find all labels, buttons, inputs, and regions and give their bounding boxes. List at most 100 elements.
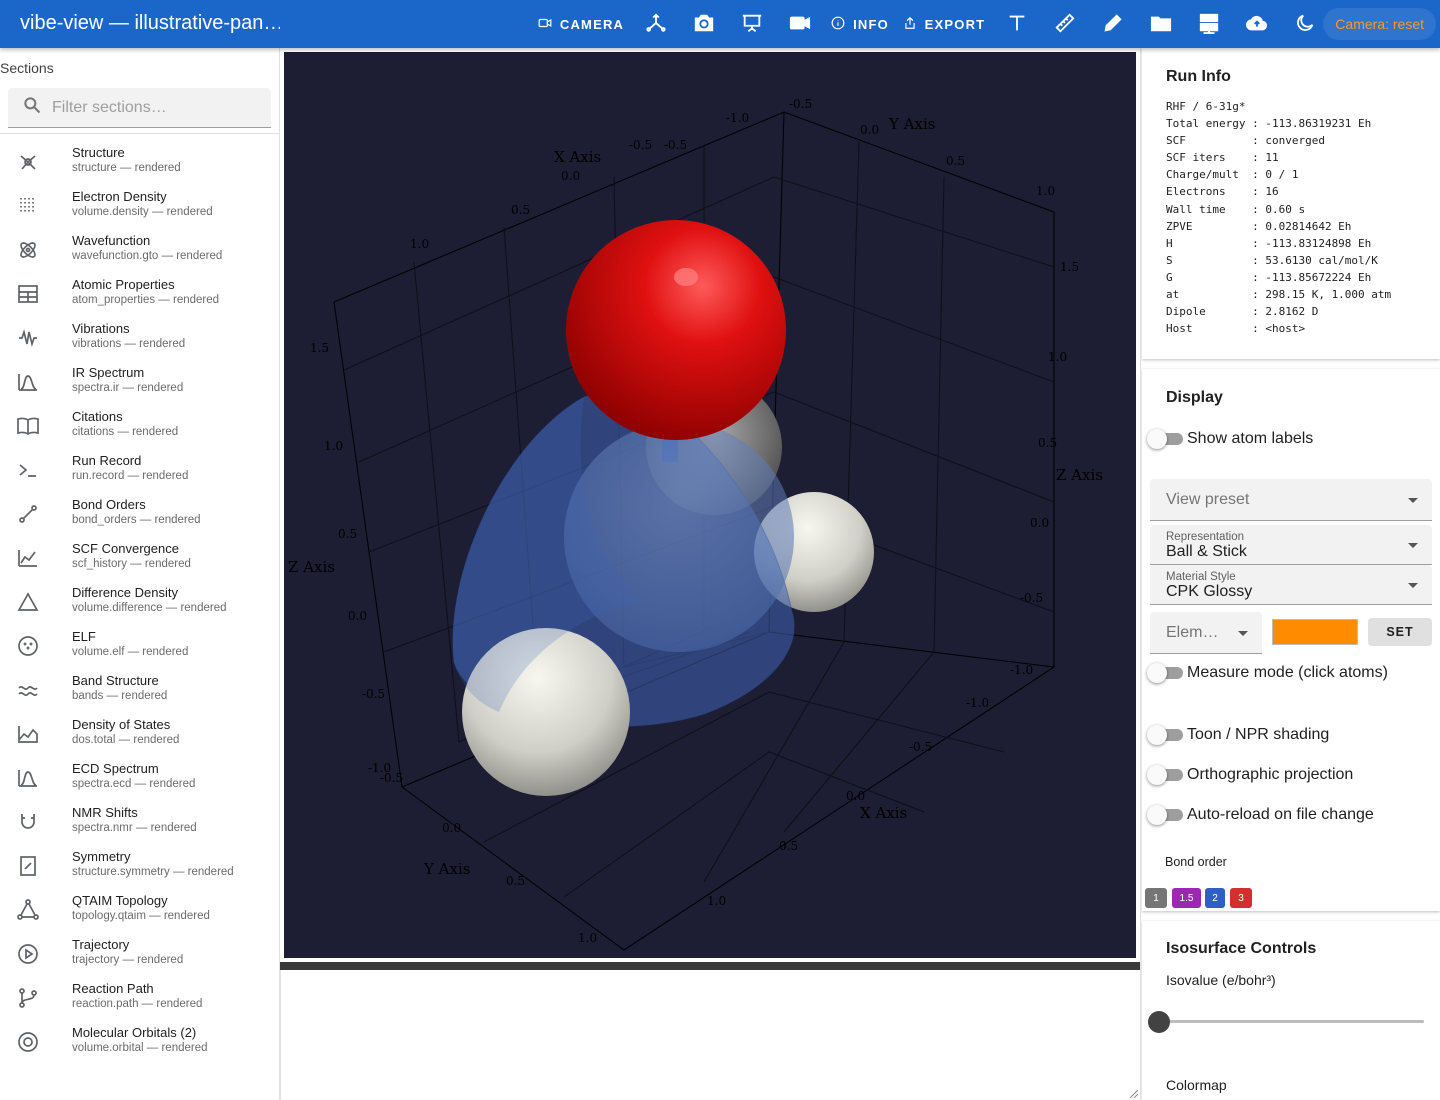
sidebar-item-subtitle: scf_history — rendered — [72, 558, 191, 570]
axis-tick-label: 1.0 — [1036, 184, 1055, 198]
run-info-card: Run Info RHF / 6-31g* Total energy : -11… — [1142, 48, 1440, 359]
sidebar-item[interactable]: IR Spectrum spectra.ir — rendered — [0, 360, 279, 404]
axis-tick-label: -0.5 — [1020, 591, 1043, 605]
isovalue-slider-track[interactable] — [1159, 1020, 1424, 1023]
screenshot-button[interactable] — [692, 0, 716, 48]
orthographic-toggle[interactable]: Orthographic projection — [1141, 763, 1353, 787]
oxygen-atom[interactable] — [566, 220, 786, 440]
export-button[interactable]: EXPORT — [905, 0, 984, 48]
bond-order-chip[interactable]: 3 — [1230, 888, 1252, 908]
bond-order-label: Bond order — [1165, 855, 1227, 869]
toon-shading-toggle[interactable]: Toon / NPR shading — [1141, 723, 1329, 747]
sidebar-item[interactable]: Symmetry structure.symmetry — rendered — [0, 844, 279, 888]
sidebar-item[interactable]: Reaction Path reaction.path — rendered — [0, 976, 279, 1020]
representation-select[interactable]: Representation Ball & Stick — [1150, 525, 1432, 565]
sidebar-item[interactable]: Band Structure bands — rendered — [0, 668, 279, 712]
plot-3d[interactable]: X Axis Y Axis Z Axis Z Axis X Axis Y Axi… — [284, 52, 1136, 958]
sidebar-item[interactable]: Molecular Orbitals (2) volume.orbital — r… — [0, 1020, 279, 1064]
axis-tick-label: -0.5 — [629, 138, 652, 152]
sidebar-item[interactable]: ECD Spectrum spectra.ecd — rendered — [0, 756, 279, 800]
sidebar-item[interactable]: SCF Convergence scf_history — rendered — [0, 536, 279, 580]
sidebar-item[interactable]: Atomic Properties atom_properties — rende… — [0, 272, 279, 316]
sidebar-item[interactable]: Difference Density volume.difference — re… — [0, 580, 279, 624]
camera-status-chip[interactable]: Camera: reset — [1323, 8, 1436, 40]
sidebar-item-title: Band Structure — [72, 673, 159, 688]
switch[interactable] — [1143, 803, 1183, 827]
sidebar-item-title: NMR Shifts — [72, 805, 138, 820]
export-button-label: EXPORT — [924, 16, 986, 32]
magnet-icon — [16, 810, 40, 834]
view-preset-select[interactable]: View preset — [1150, 479, 1432, 521]
axis-tick-label: 0.0 — [1030, 516, 1049, 530]
filter-field[interactable] — [8, 88, 271, 128]
y-axis-title-bottom: Y Axis — [423, 860, 470, 878]
sidebar-item[interactable]: Wavefunction wavefunction.gto — rendered — [0, 228, 279, 272]
sidebar-item-subtitle: dos.total — rendered — [72, 734, 180, 746]
dark-mode-button[interactable] — [1293, 0, 1317, 48]
axis-tick-label: -1.0 — [726, 111, 749, 125]
text-tool-button[interactable] — [1005, 0, 1029, 48]
presentation-button[interactable] — [740, 0, 764, 48]
bond-icon — [16, 502, 40, 526]
console-panel[interactable] — [280, 970, 1140, 1100]
isovalue-slider-thumb[interactable] — [1148, 1011, 1170, 1033]
axis-tick-label: -0.5 — [789, 97, 812, 111]
sidebar-item-title: Run Record — [72, 453, 142, 468]
symmetry-icon — [16, 854, 40, 878]
specular-highlight — [674, 268, 698, 286]
measure-mode-toggle[interactable]: Measure mode (click atoms) — [1141, 661, 1388, 685]
sidebar-item[interactable]: ELF volume.elf — rendered — [0, 624, 279, 668]
graph-icon — [16, 898, 40, 922]
axis-tick-label: 0.0 — [442, 821, 461, 835]
material-style-label: Material Style — [1166, 571, 1236, 583]
table-icon — [16, 282, 40, 306]
colormap-label: Colormap — [1166, 1077, 1227, 1093]
ruler-button[interactable] — [1053, 0, 1077, 48]
molecule-viewer-canvas[interactable]: X Axis Y Axis Z Axis Z Axis X Axis Y Axi… — [284, 52, 1136, 958]
sidebar-item[interactable]: Citations citations — rendered — [0, 404, 279, 448]
sidebar-item[interactable]: Bond Orders bond_orders — rendered — [0, 492, 279, 536]
axes-button[interactable] — [644, 0, 668, 48]
info-button[interactable]: INFO — [831, 0, 888, 48]
switch[interactable] — [1143, 763, 1183, 787]
resize-grip-icon[interactable] — [1128, 1088, 1138, 1098]
isovalue-label: Isovalue (e/bohr³) — [1166, 972, 1276, 988]
axis-tick-label: 1.0 — [578, 931, 597, 945]
console-resize-bar[interactable] — [280, 962, 1140, 970]
z-axis-title-left: Z Axis — [288, 558, 335, 576]
switch[interactable] — [1143, 723, 1183, 747]
presentation-icon — [741, 12, 763, 37]
set-color-button[interactable]: SET — [1368, 618, 1432, 646]
sidebar-item[interactable]: Vibrations vibrations — rendered — [0, 316, 279, 360]
switch[interactable] — [1143, 661, 1183, 685]
server-button[interactable] — [1197, 0, 1221, 48]
bond-order-chip[interactable]: 1 — [1145, 888, 1167, 908]
sidebar-item[interactable]: Density of States dos.total — rendered — [0, 712, 279, 756]
grid-dots-icon — [16, 194, 40, 218]
waveform-icon — [16, 326, 40, 350]
sidebar-item[interactable]: Structure structure — rendered — [0, 140, 279, 184]
record-button[interactable] — [788, 0, 812, 48]
sidebar-item[interactable]: QTAIM Topology topology.qtaim — rendered — [0, 888, 279, 932]
atom-icon — [16, 238, 40, 262]
sidebar-item[interactable]: Trajectory trajectory — rendered — [0, 932, 279, 976]
nitrogen-atom[interactable] — [564, 422, 794, 652]
sidebar-item[interactable]: Electron Density volume.density — rendere… — [0, 184, 279, 228]
sidebar-item[interactable]: Run Record run.record — rendered — [0, 448, 279, 492]
axis-tick-label: 0.5 — [779, 839, 798, 853]
material-style-select[interactable]: Material Style CPK Glossy — [1150, 565, 1432, 605]
draw-button[interactable] — [1101, 0, 1125, 48]
element-select[interactable]: Elem… — [1150, 612, 1262, 654]
bond-order-chip[interactable]: 1.5 — [1172, 888, 1201, 908]
open-folder-button[interactable] — [1149, 0, 1173, 48]
filter-sections-input[interactable] — [52, 98, 252, 117]
sidebar-item[interactable]: NMR Shifts spectra.nmr — rendered — [0, 800, 279, 844]
auto-reload-toggle[interactable]: Auto-reload on file change — [1141, 803, 1374, 827]
switch[interactable] — [1143, 427, 1183, 451]
show-atom-labels-toggle[interactable]: Show atom labels — [1141, 427, 1313, 451]
bond-order-chip[interactable]: 2 — [1205, 888, 1225, 908]
auto-reload-label: Auto-reload on file change — [1187, 806, 1374, 823]
camera-button[interactable]: CAMERA — [538, 0, 623, 48]
upload-button[interactable] — [1245, 0, 1269, 48]
element-color-swatch[interactable] — [1272, 619, 1358, 645]
